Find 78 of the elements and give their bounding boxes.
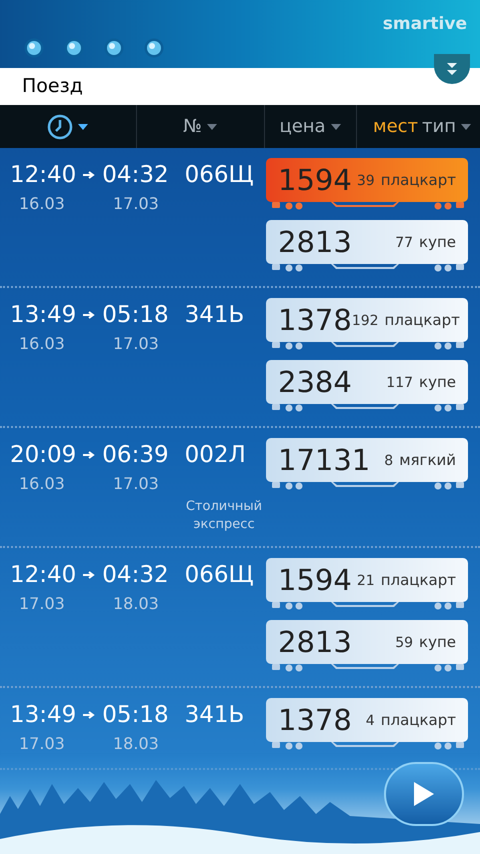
arrival-date: 18.03: [113, 733, 159, 755]
seat-count: 8: [384, 452, 394, 470]
arrival-time: 05:18: [102, 701, 169, 730]
ticket-card[interactable]: 2813 77 купе: [266, 220, 468, 264]
departure-date: 16.03: [19, 473, 66, 495]
departure-date: 16.03: [19, 333, 66, 355]
ticket-price: 1594: [278, 166, 352, 194]
ticket-price: 2813: [278, 228, 352, 256]
arrival-time: 04:32: [102, 561, 169, 590]
departure-date: 17.03: [19, 733, 66, 755]
departure-time: 20:09: [10, 441, 76, 470]
train-number: 341Ь: [184, 301, 244, 330]
arrival-time: 06:39: [102, 441, 169, 470]
car-type: плацкарт: [380, 710, 456, 730]
arrival-date: 17.03: [113, 193, 159, 215]
caret-icon: [77, 122, 89, 130]
page-dot-icon[interactable]: [24, 38, 44, 58]
seat-count: 21: [356, 572, 375, 590]
ticket-card[interactable]: 1378 4 плацкарт: [266, 698, 468, 742]
ticket-card[interactable]: 2384 117 купе: [266, 360, 468, 404]
expand-button[interactable]: [434, 54, 470, 84]
car-type: плацкарт: [380, 170, 456, 190]
departure-date: 16.03: [19, 193, 66, 215]
sort-tab[interactable]: тип: [422, 113, 472, 140]
departure-date: 17.03: [19, 593, 66, 615]
ticket-price: 17131: [278, 446, 370, 474]
ticket-price: 1378: [278, 306, 352, 334]
arrival-date: 17.03: [113, 473, 159, 495]
departure-time: 13:49: [10, 301, 76, 330]
departure-time: 13:49: [10, 701, 76, 730]
seat-count: 4: [366, 712, 375, 730]
sort-tab[interactable]: мест: [373, 113, 418, 140]
caret-icon: [460, 122, 472, 130]
train-name: Столичный экспресс: [184, 498, 264, 534]
seat-count: 77: [395, 234, 414, 252]
ticket-price: 2813: [278, 628, 352, 656]
arrival-time: 05:18: [102, 301, 169, 330]
car-type: мягкий: [399, 450, 456, 470]
arrow-icon: [82, 710, 96, 720]
arrow-icon: [82, 310, 96, 320]
car-type: купе: [419, 232, 456, 252]
arrow-icon: [82, 170, 96, 180]
arrival-date: 17.03: [113, 333, 159, 355]
clock-icon: [47, 114, 73, 140]
sort-tab[interactable]: цена: [265, 105, 357, 148]
seat-count: 192: [352, 312, 379, 330]
caret-icon: [330, 122, 342, 130]
car-type: плацкарт: [384, 310, 460, 330]
page-dot-icon[interactable]: [64, 38, 84, 58]
train-number: 066Щ: [184, 161, 254, 190]
page-dot-icon[interactable]: [104, 38, 124, 58]
screen-title: Поезд: [22, 74, 83, 100]
ticket-card[interactable]: 2813 59 купе: [266, 620, 468, 664]
ticket-price: 1378: [278, 706, 352, 734]
arrow-icon: [82, 570, 96, 580]
train-number: 341Ь: [184, 701, 244, 730]
departure-time: 12:40: [10, 161, 76, 190]
car-type: плацкарт: [380, 570, 456, 590]
car-type: купе: [419, 632, 456, 652]
play-icon: [412, 780, 436, 808]
ticket-card[interactable]: 17131 8 мягкий: [266, 438, 468, 482]
train-number: 066Щ: [184, 561, 254, 590]
train-number: 002Л: [184, 441, 246, 470]
page-dot-icon[interactable]: [144, 38, 164, 58]
seat-count: 117: [386, 374, 414, 392]
ticket-price: 2384: [278, 368, 352, 396]
ticket-price: 1594: [278, 566, 352, 594]
arrival-date: 18.03: [113, 593, 159, 615]
caret-icon: [206, 122, 218, 130]
chevrons-icon: [446, 62, 458, 76]
seat-count: 59: [395, 634, 414, 652]
sort-tab[interactable]: №: [137, 105, 265, 148]
seat-count: 39: [356, 172, 375, 190]
departure-time: 12:40: [10, 561, 76, 590]
arrow-icon: [82, 450, 96, 460]
arrival-time: 04:32: [102, 161, 169, 190]
app-logo: smartive: [382, 13, 467, 36]
car-type: купе: [419, 372, 456, 392]
